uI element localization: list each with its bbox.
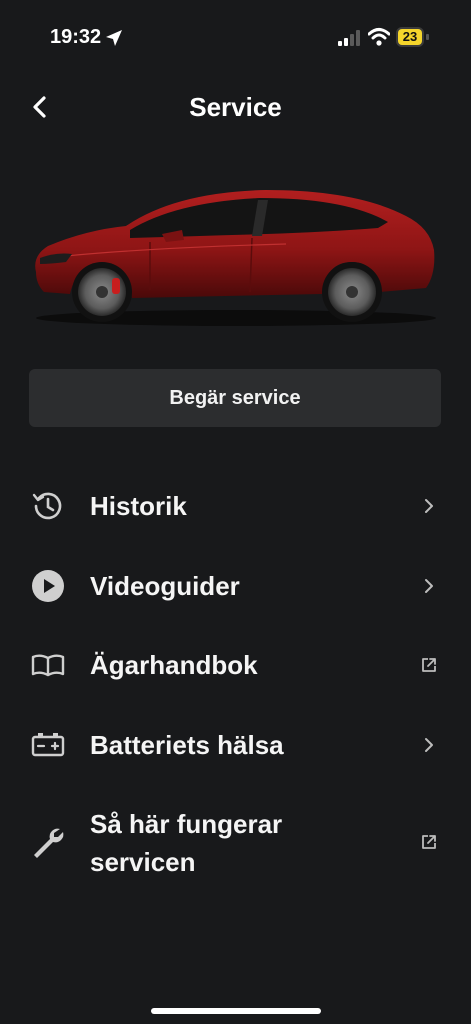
external-link-icon — [422, 658, 436, 672]
menu-item-how-service-works[interactable]: Så här fungerar servicen — [0, 805, 471, 881]
request-service-button[interactable]: Begär service — [29, 369, 441, 427]
menu-item-label: Videoguider — [90, 571, 240, 601]
menu-item-label: Batteriets hälsa — [90, 730, 284, 760]
chevron-right-icon — [425, 499, 433, 513]
location-arrow-icon — [106, 30, 122, 46]
car-image — [35, 190, 436, 326]
cellular-signal-icon — [338, 30, 360, 46]
battery-indicator: 23 — [396, 27, 430, 47]
battery-icon — [31, 733, 65, 757]
play-circle-icon — [32, 570, 64, 602]
chevron-right-icon — [425, 579, 433, 593]
status-time: 19:32 — [50, 26, 102, 48]
menu-item-label: Historik — [90, 491, 187, 521]
menu-item-battery-health[interactable]: Batteriets hälsa — [0, 725, 471, 765]
home-indicator[interactable] — [151, 1008, 321, 1014]
wrench-icon — [34, 828, 64, 858]
menu-item-owners-manual[interactable]: Ägarhandbok — [0, 645, 471, 685]
history-icon — [32, 492, 62, 520]
chevron-right-icon — [425, 738, 433, 752]
page-title: Service — [189, 92, 282, 122]
menu-item-history[interactable]: Historik — [0, 486, 471, 526]
menu-item-videoguides[interactable]: Videoguider — [0, 566, 471, 606]
menu-item-label-line2: servicen — [90, 847, 196, 877]
menu-item-label-line1: Så här fungerar — [90, 809, 283, 839]
external-link-icon — [422, 835, 436, 849]
status-bar: 19:32 23 — [0, 0, 471, 70]
menu-item-label: Ägarhandbok — [90, 650, 258, 680]
wifi-icon — [368, 28, 390, 46]
open-book-icon — [31, 654, 65, 677]
battery-level: 23 — [402, 29, 418, 44]
